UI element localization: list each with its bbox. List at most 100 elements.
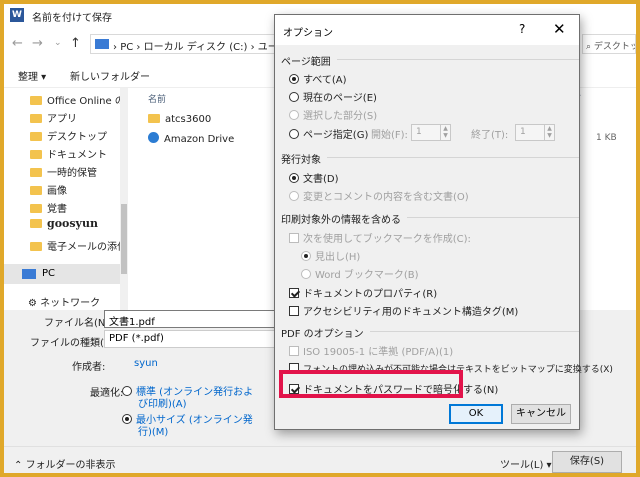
optimize-minimum-label-line2: 行)(M) <box>138 427 169 438</box>
hide-folders-button[interactable]: ⌃ フォルダーの非表示 <box>14 456 116 471</box>
folder-icon <box>30 242 42 251</box>
range-end-label: 終了(T): <box>471 130 509 141</box>
radio-icon <box>289 92 299 102</box>
optimize-label: 最適化: <box>90 388 124 399</box>
stepper-arrows-icon: ▲ ▼ <box>440 125 450 140</box>
author-value[interactable]: syun <box>134 358 158 369</box>
pc-icon <box>95 39 109 49</box>
radio-icon <box>122 386 132 396</box>
options-dialog: オプション ? ✕ ページ範囲 すべて(A) 現在のページ(E) 選択した部分(… <box>274 14 613 430</box>
nav-scrollbar-thumb[interactable] <box>121 204 127 274</box>
folder-icon <box>30 219 42 228</box>
sidebar-item-network[interactable]: ⚙ ネットワーク <box>28 294 100 310</box>
save-dialog-footer: ⌃ フォルダーの非表示 ツール(L) ▾ 保存(S) <box>4 446 636 473</box>
sidebar-item-temp[interactable]: 一時的保管 <box>30 164 97 182</box>
filetype-select[interactable]: PDF (*.pdf) <box>104 330 284 348</box>
history-chevron-icon[interactable]: ⌄ <box>54 38 62 48</box>
search-placeholder: デスクトップの <box>593 42 635 52</box>
navigation-pane: Office Online の アプリ デスクトップ ドキュメント 一時的保管 … <box>4 88 128 310</box>
publish-markup-radio: 変更とコメントの内容を含む文書(O) <box>289 188 469 203</box>
save-button[interactable]: 保存(S) <box>552 451 622 473</box>
range-start-label: 開始(F): <box>371 130 408 141</box>
ok-button[interactable]: OK <box>449 404 503 424</box>
range-pages-radio[interactable]: ページ指定(G) <box>289 126 368 141</box>
folder-icon <box>30 132 42 141</box>
options-title: オプション <box>283 28 333 39</box>
pdf-options-heading: PDF のオプション <box>281 325 579 339</box>
search-input[interactable]: ⌕ デスクトップの <box>582 34 636 54</box>
highlight-box <box>279 370 463 398</box>
checkbox-icon <box>289 233 299 243</box>
sidebar-item-pc[interactable]: PC <box>4 264 128 284</box>
range-all-radio[interactable]: すべて(A) <box>289 71 347 86</box>
search-icon: ⌕ <box>586 42 594 52</box>
bookmark-headings-radio: 見出し(H) <box>301 248 360 263</box>
pc-icon <box>22 269 36 279</box>
filename-input[interactable]: 文書1.pdf <box>104 310 284 328</box>
range-selection-radio: 選択した部分(S) <box>289 107 377 122</box>
sidebar-item-documents[interactable]: ドキュメント <box>30 146 107 164</box>
network-icon: ⚙ <box>28 298 41 309</box>
column-header-name[interactable]: 名前 <box>148 92 166 105</box>
tools-dropdown[interactable]: ツール(L) ▾ <box>500 456 552 471</box>
folder-icon <box>30 114 42 123</box>
sidebar-item-desktop[interactable]: デスクトップ <box>30 128 107 146</box>
breadcrumb-pc[interactable]: PC <box>120 42 133 53</box>
radio-icon <box>289 191 299 201</box>
up-arrow-icon[interactable]: ↑ <box>70 36 81 51</box>
sidebar-item-memo[interactable]: 覚書 <box>30 200 67 218</box>
structure-tags-checkbox[interactable]: アクセシビリティ用のドキュメント構造タグ(M) <box>289 303 518 318</box>
forward-arrow-icon[interactable]: → <box>32 36 43 51</box>
chevron-up-icon: ⌃ <box>14 460 26 471</box>
filename-label: ファイル名(N): <box>44 318 113 329</box>
folder-icon <box>30 150 42 159</box>
new-folder-button[interactable]: 新しいフォルダー <box>70 68 150 83</box>
radio-selected-icon <box>122 414 132 424</box>
bookmark-word-radio: Word ブックマーク(B) <box>301 266 419 281</box>
back-arrow-icon[interactable]: ← <box>12 36 23 51</box>
checkbox-checked-icon <box>289 288 299 298</box>
word-app-icon: W <box>10 8 24 22</box>
nav-scrollbar[interactable] <box>120 88 128 310</box>
iso-checkbox: ISO 19005-1 に準拠 (PDF/A)(1) <box>289 343 453 358</box>
organize-button[interactable]: 整理 ▾ <box>18 68 46 83</box>
bookmarks-checkbox: 次を使用してブックマークを作成(C): <box>289 230 471 245</box>
optimize-standard-label-line2: び印刷)(A) <box>138 399 187 410</box>
sidebar-item-apps[interactable]: アプリ <box>30 110 77 128</box>
sidebar-item-goosyun[interactable]: goosyun <box>30 217 98 235</box>
properties-checkbox[interactable]: ドキュメントのプロパティ(R) <box>289 285 437 300</box>
screenshot-frame: W 名前を付けて保存 ← → ⌄ ↑ › PC › ローカル ディスク (C:)… <box>0 0 640 477</box>
radio-icon <box>289 110 299 120</box>
range-end-stepper: 1 ▲ ▼ <box>515 124 555 141</box>
folder-icon <box>148 114 160 123</box>
list-item[interactable]: atcs3600 <box>148 114 211 125</box>
amazon-drive-icon <box>148 132 159 143</box>
sidebar-item-email-attachments[interactable]: 電子メールの添付 <box>30 238 127 256</box>
stepper-arrows-icon: ▲ ▼ <box>544 125 554 140</box>
folder-icon <box>30 96 42 105</box>
publish-document-radio[interactable]: 文書(D) <box>289 170 339 185</box>
breadcrumb-separator-icon: › <box>136 42 144 53</box>
cancel-button[interactable]: キャンセル <box>511 404 571 424</box>
range-current-radio[interactable]: 現在のページ(E) <box>289 89 377 104</box>
radio-icon <box>289 129 299 139</box>
radio-icon <box>301 269 311 279</box>
range-start-stepper: 1 ▲ ▼ <box>411 124 451 141</box>
close-icon[interactable]: ✕ <box>553 20 566 38</box>
folder-icon <box>30 186 42 195</box>
publish-heading: 発行対象 <box>281 151 579 165</box>
sidebar-item-office-online[interactable]: Office Online の <box>30 92 125 110</box>
list-item[interactable]: Amazon Drive <box>148 132 234 145</box>
author-label: 作成者: <box>72 362 106 373</box>
radio-selected-icon <box>301 251 311 261</box>
address-bar[interactable]: › PC › ローカル ディスク (C:) › ユーザー <box>90 34 298 54</box>
breadcrumb-local-disk[interactable]: ローカル ディスク (C:) <box>144 42 248 53</box>
radio-selected-icon <box>289 173 299 183</box>
radio-selected-icon <box>289 74 299 84</box>
help-icon[interactable]: ? <box>519 22 525 36</box>
sidebar-item-images[interactable]: 画像 <box>30 182 67 200</box>
checkbox-icon <box>289 306 299 316</box>
options-titlebar: オプション ? ✕ <box>275 15 579 45</box>
file-size: 1 KB <box>596 133 617 143</box>
nonprint-heading: 印刷対象外の情報を含める <box>281 211 579 225</box>
